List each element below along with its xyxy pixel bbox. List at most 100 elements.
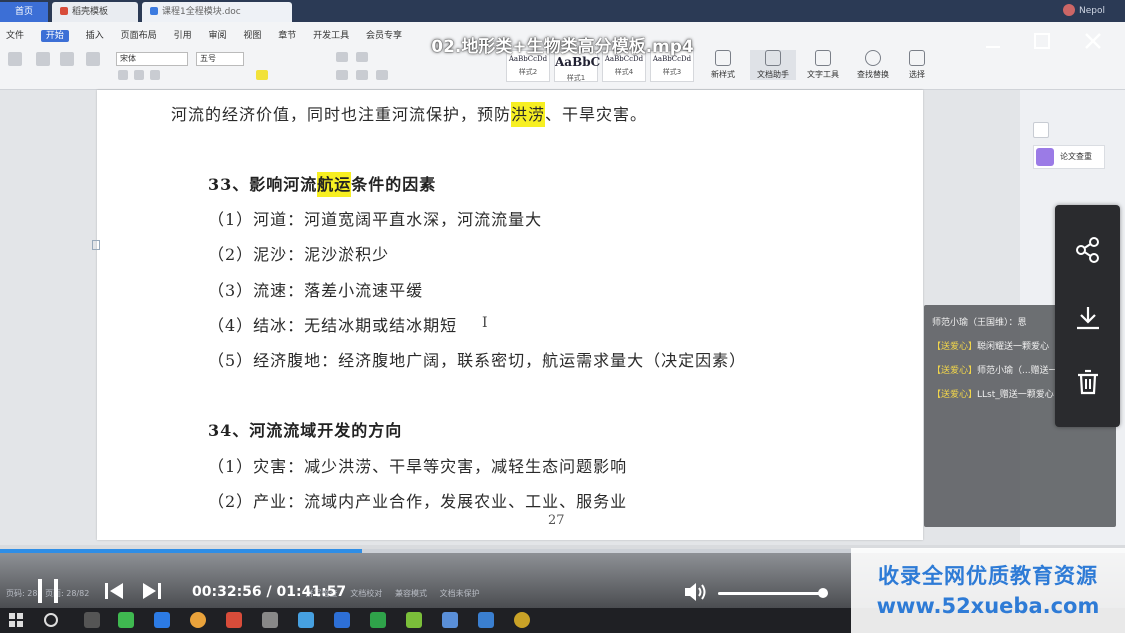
list-item: （4）结冰：无结冰期或结冰期短 bbox=[208, 316, 458, 335]
previous-button[interactable] bbox=[103, 582, 125, 604]
italic-icon[interactable] bbox=[134, 70, 144, 80]
windows-start-icon[interactable] bbox=[8, 612, 24, 628]
app-icon[interactable] bbox=[478, 612, 494, 628]
total-time: 01:41:57 bbox=[276, 584, 347, 600]
chat-user: 师范小瑜（王国维）： bbox=[932, 318, 1018, 328]
list-item: （1）灾害：减少洪涝、干旱等灾害，减轻生态问题影响 bbox=[208, 457, 628, 476]
volume-fill bbox=[718, 592, 823, 595]
tab-docer[interactable]: 稻壳模板 bbox=[52, 2, 138, 22]
time-display: 00:32:56 / 01:41:57 bbox=[192, 584, 346, 600]
trash-icon bbox=[1077, 369, 1098, 395]
tool-label: 文字工具 bbox=[807, 70, 839, 79]
align-right-icon[interactable] bbox=[376, 70, 388, 80]
minimize-button[interactable] bbox=[982, 30, 1004, 52]
download-button[interactable] bbox=[1055, 283, 1120, 353]
wechat-icon[interactable] bbox=[118, 612, 134, 628]
align-left-icon[interactable] bbox=[336, 70, 348, 80]
paper-check-button[interactable]: 论文查重 bbox=[1033, 145, 1105, 169]
doc-text: 河流的经济价值，同时也注重河流保护，预防 bbox=[171, 105, 512, 124]
highlighted-text: 洪涝 bbox=[511, 102, 546, 127]
volume-button[interactable] bbox=[683, 581, 709, 603]
pause-icon bbox=[38, 579, 58, 603]
tool-label: 查找替换 bbox=[857, 70, 889, 79]
volume-knob[interactable] bbox=[817, 588, 828, 598]
text-cursor-icon: I bbox=[482, 315, 488, 331]
app-icon[interactable] bbox=[370, 612, 386, 628]
volume-icon bbox=[685, 583, 706, 601]
app-icon[interactable] bbox=[442, 612, 458, 628]
chat-text: LLst_赠送一颗爱心 bbox=[977, 390, 1054, 400]
list-item: （3）流速：落差小流速平缓 bbox=[208, 281, 424, 300]
watermark-line-1: 收录全网优质教育资源 bbox=[878, 564, 1098, 588]
tab-label: 稻壳模板 bbox=[72, 7, 109, 17]
pause-button[interactable] bbox=[36, 577, 60, 609]
app-icon[interactable] bbox=[406, 612, 422, 628]
list-item: （5）经济腹地：经济腹地广阔，联系密切，航运需求量大（决定因素） bbox=[208, 351, 747, 370]
app-icon[interactable] bbox=[334, 612, 350, 628]
underline-icon[interactable] bbox=[150, 70, 160, 80]
page-number: 27 bbox=[548, 513, 565, 528]
watermark: 收录全网优质教育资源 www.52xueba.com bbox=[851, 548, 1125, 633]
search-icon[interactable] bbox=[44, 613, 58, 627]
tool-label: 文档助手 bbox=[757, 70, 789, 79]
wps-tab-bar: 首页 稻壳模板 课程1全程模块.doc Nepol bbox=[0, 0, 1125, 22]
video-title: 02.地形类+生物类高分模板.mp4 bbox=[431, 37, 694, 57]
paper-check-label: 论文查重 bbox=[1060, 152, 1092, 161]
status-item: 文档未保护 bbox=[439, 589, 480, 598]
doc-icon bbox=[150, 7, 158, 15]
time-separator: / bbox=[261, 584, 277, 600]
app-icon[interactable] bbox=[514, 612, 530, 628]
share-icon bbox=[1075, 237, 1099, 263]
status-item: 兼容模式 bbox=[394, 589, 427, 598]
tool-label: 新样式 bbox=[711, 70, 735, 79]
volume-slider[interactable] bbox=[718, 588, 828, 598]
home-icon[interactable] bbox=[1033, 122, 1049, 138]
heading-34: 34、河流流域开发的方向 bbox=[208, 421, 403, 440]
chat-text: 聪闲耀送一颗爱心 bbox=[977, 342, 1050, 352]
status-item: 文档校对 bbox=[350, 589, 383, 598]
highlighted-text: 航运 bbox=[317, 172, 352, 197]
player-title-bar: 02.地形类+生物类高分模板.mp4 bbox=[0, 24, 1125, 58]
align-center-icon[interactable] bbox=[356, 70, 368, 80]
download-icon bbox=[1076, 307, 1099, 330]
chat-text: 恩 bbox=[1017, 318, 1027, 328]
user-name: Nepol bbox=[1079, 6, 1105, 16]
close-icon bbox=[1085, 33, 1101, 49]
status-item: 页码: 28 bbox=[6, 589, 38, 598]
user-area: Nepol bbox=[1043, 4, 1105, 16]
next-button[interactable] bbox=[141, 582, 163, 604]
style-label: 样式3 bbox=[662, 68, 682, 76]
share-button[interactable] bbox=[1055, 215, 1120, 285]
skip-previous-icon bbox=[105, 583, 123, 599]
gift-tag: 【送爱心】 bbox=[932, 390, 978, 400]
app-icon[interactable] bbox=[298, 612, 314, 628]
watermark-line-2: www.52xueba.com bbox=[876, 594, 1100, 618]
close-button[interactable] bbox=[1082, 30, 1104, 52]
bold-icon[interactable] bbox=[118, 70, 128, 80]
action-panel bbox=[1055, 205, 1120, 427]
list-item: （2）泥沙：泥沙淤积少 bbox=[208, 245, 390, 264]
delete-button[interactable] bbox=[1055, 347, 1120, 417]
minimize-icon bbox=[986, 46, 1000, 48]
edge-icon[interactable] bbox=[154, 612, 170, 628]
tab-home[interactable]: 首页 bbox=[0, 2, 48, 22]
tab-label: 课程1全程模块.doc bbox=[162, 7, 241, 17]
task-view-icon[interactable] bbox=[84, 612, 100, 628]
gift-tag: 【送爱心】 bbox=[932, 342, 978, 352]
maximize-icon bbox=[1034, 33, 1050, 49]
highlight-icon[interactable] bbox=[256, 70, 268, 80]
paper-check-icon bbox=[1036, 148, 1054, 166]
heading-text: 条件的因素 bbox=[351, 175, 437, 194]
style-label: 样式1 bbox=[566, 74, 586, 82]
list-item: （2）产业：流域内产业合作，发展农业、工业、服务业 bbox=[208, 492, 628, 511]
app-icon[interactable] bbox=[262, 612, 278, 628]
doc-line-0: 河流的经济价值，同时也注重河流保护，预防洪涝、干旱灾害。 bbox=[171, 101, 647, 127]
wps-icon[interactable] bbox=[226, 612, 242, 628]
maximize-button[interactable] bbox=[1031, 30, 1053, 52]
tab-document[interactable]: 课程1全程模块.doc bbox=[142, 2, 292, 22]
chrome-icon[interactable] bbox=[190, 612, 206, 628]
style-label: 样式2 bbox=[518, 68, 538, 76]
tool-label: 选择 bbox=[909, 70, 925, 79]
avatar bbox=[1063, 4, 1075, 16]
gift-tag: 【送爱心】 bbox=[932, 366, 978, 376]
